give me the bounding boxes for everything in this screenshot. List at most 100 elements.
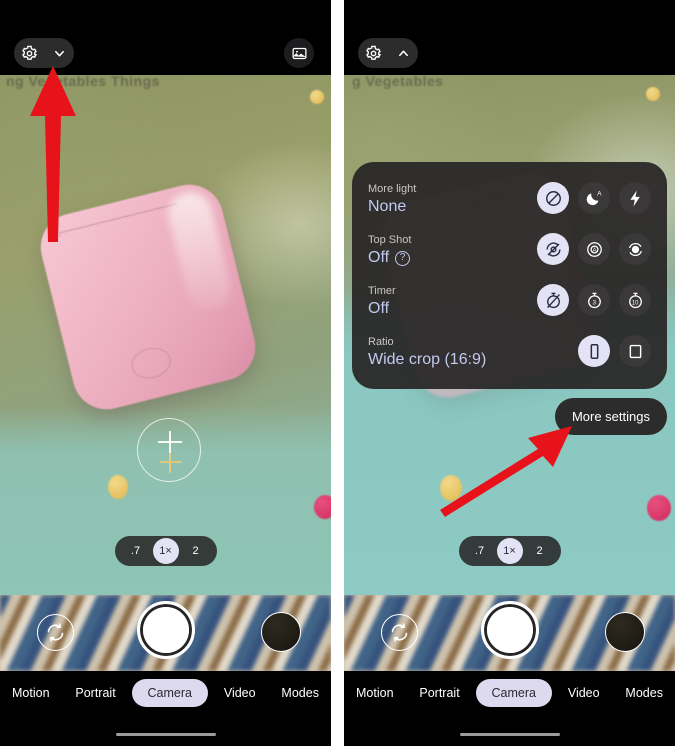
mode-tab-modes[interactable]: Modes [271, 679, 329, 707]
mode-tab-modes[interactable]: Modes [615, 679, 673, 707]
zoom-control-right[interactable]: .7 1× 2 [458, 536, 561, 566]
setting-row-ratio: Ratio Wide crop (16:9) [368, 333, 651, 371]
svg-text:3: 3 [592, 299, 596, 306]
zoom-option-1[interactable]: 1× [496, 538, 523, 564]
topbar-right [344, 0, 675, 75]
gallery-icon[interactable] [284, 38, 314, 68]
camera-flip-icon[interactable] [381, 614, 418, 651]
svg-text:A: A [592, 247, 596, 253]
night-sight-auto-icon[interactable]: A [578, 182, 610, 214]
setting-options [578, 333, 651, 367]
ratio-16-9-icon[interactable] [578, 335, 610, 367]
top-shot-auto-icon[interactable]: A [578, 233, 610, 265]
viewfinder-overlay-text: g Vegetables [352, 75, 444, 89]
zoom-control-left[interactable]: .7 1× 2 [114, 536, 217, 566]
focus-reticle[interactable] [137, 418, 201, 482]
setting-value: Off [368, 298, 396, 320]
flash-on-icon[interactable] [619, 182, 651, 214]
setting-label: Timer [368, 285, 396, 297]
surface-dot-pink [314, 495, 331, 519]
mode-tab-video[interactable]: Video [558, 679, 610, 707]
mode-tab-portrait[interactable]: Portrait [409, 679, 469, 707]
home-indicator[interactable] [459, 733, 560, 736]
camera-settings-panel: More light None A Top Shot Off ? A Timer… [352, 162, 667, 389]
setting-value-text: Off [368, 300, 390, 317]
top-shot-on-icon[interactable] [619, 233, 651, 265]
setting-label: More light [368, 183, 417, 195]
chevron-down-icon[interactable] [52, 46, 67, 61]
zoom-option-1[interactable]: 1× [152, 538, 179, 564]
setting-label: Top Shot [368, 234, 412, 246]
setting-labels: Timer Off [368, 282, 396, 320]
timer-3s-icon[interactable]: 3 [578, 284, 610, 316]
topbar-left [0, 0, 331, 75]
zoom-option-2[interactable]: 2 [527, 538, 553, 564]
last-photo-thumbnail[interactable] [261, 612, 301, 652]
home-indicator[interactable] [115, 733, 216, 736]
mode-list: Motion Portrait Camera Video Modes [0, 679, 331, 707]
setting-options: A [537, 231, 651, 265]
setting-row-more-light: More light None A [368, 180, 651, 218]
setting-labels: More light None [368, 180, 416, 218]
reticle-cross-horizontal [158, 441, 182, 443]
setting-options: 3 10 [537, 282, 651, 316]
reticle-exposure-vertical [169, 453, 171, 473]
surface-dot-pink [647, 495, 671, 521]
shutter-row-left [0, 595, 331, 671]
ratio-4-3-icon[interactable] [619, 335, 651, 367]
no-light-icon[interactable] [537, 182, 569, 214]
zoom-option-0[interactable]: .7 [467, 538, 493, 564]
svg-text:10: 10 [631, 300, 638, 306]
surface-dot-yellow [646, 87, 660, 101]
phone-panel-left: ng Vegetables Things .7 1× 2 Motion Port… [0, 0, 331, 746]
viewfinder-left[interactable]: ng Vegetables Things [0, 75, 331, 595]
setting-value-text: Off [368, 249, 390, 266]
chevron-up-icon[interactable] [396, 46, 411, 61]
shutter-button-inner [486, 607, 533, 653]
shutter-button[interactable] [480, 601, 539, 659]
setting-options: A [537, 180, 651, 214]
case-button-detail [128, 343, 175, 383]
panel-divider [331, 0, 344, 746]
setting-row-top-shot: Top Shot Off ? A [368, 231, 651, 269]
zoom-option-0[interactable]: .7 [123, 538, 149, 564]
camera-flip-icon[interactable] [37, 614, 74, 651]
setting-labels: Ratio Wide crop (16:9) [368, 333, 486, 371]
setting-value: Wide crop (16:9) [368, 349, 486, 371]
screenshot-root: ng Vegetables Things .7 1× 2 Motion Port… [0, 0, 675, 746]
mode-tab-camera[interactable]: Camera [475, 679, 552, 707]
phone-panel-right: g Vegetables More light None A Top Shot … [344, 0, 675, 746]
mode-tab-motion[interactable]: Motion [346, 679, 404, 707]
top-shot-off-icon[interactable] [537, 233, 569, 265]
setting-value-text: Wide crop (16:9) [368, 351, 487, 368]
mode-list: Motion Portrait Camera Video Modes [344, 679, 675, 707]
shutter-button-inner [142, 607, 189, 653]
surface-dot-yellow [310, 90, 324, 104]
last-photo-thumbnail[interactable] [605, 612, 645, 652]
mode-tab-video[interactable]: Video [214, 679, 266, 707]
mode-tab-motion[interactable]: Motion [2, 679, 60, 707]
settings-toggle-pill[interactable] [14, 38, 74, 68]
gear-icon[interactable] [365, 45, 382, 62]
timer-off-icon[interactable] [537, 284, 569, 316]
mode-bar-right: Motion Portrait Camera Video Modes [344, 671, 675, 746]
setting-label: Ratio [368, 336, 394, 348]
setting-value-text: None [368, 198, 407, 215]
setting-labels: Top Shot Off ? [368, 231, 411, 269]
timer-10s-icon[interactable]: 10 [619, 284, 651, 316]
viewfinder-overlay-text: ng Vegetables Things [6, 75, 160, 89]
more-settings-button[interactable]: More settings [554, 398, 667, 435]
surface-dot-yellow [440, 475, 462, 501]
reticle-exposure-horizontal [160, 461, 182, 463]
shutter-row-right [344, 595, 675, 671]
settings-toggle-pill[interactable] [358, 38, 418, 68]
mode-tab-camera[interactable]: Camera [131, 679, 208, 707]
zoom-option-2[interactable]: 2 [183, 538, 209, 564]
svg-text:A: A [597, 190, 602, 197]
mode-bar-left: Motion Portrait Camera Video Modes [0, 671, 331, 746]
mode-tab-portrait[interactable]: Portrait [65, 679, 125, 707]
shutter-button[interactable] [136, 601, 195, 659]
setting-value: Off ? [368, 247, 411, 269]
help-question-icon[interactable]: ? [395, 250, 411, 266]
gear-icon[interactable] [21, 45, 38, 62]
